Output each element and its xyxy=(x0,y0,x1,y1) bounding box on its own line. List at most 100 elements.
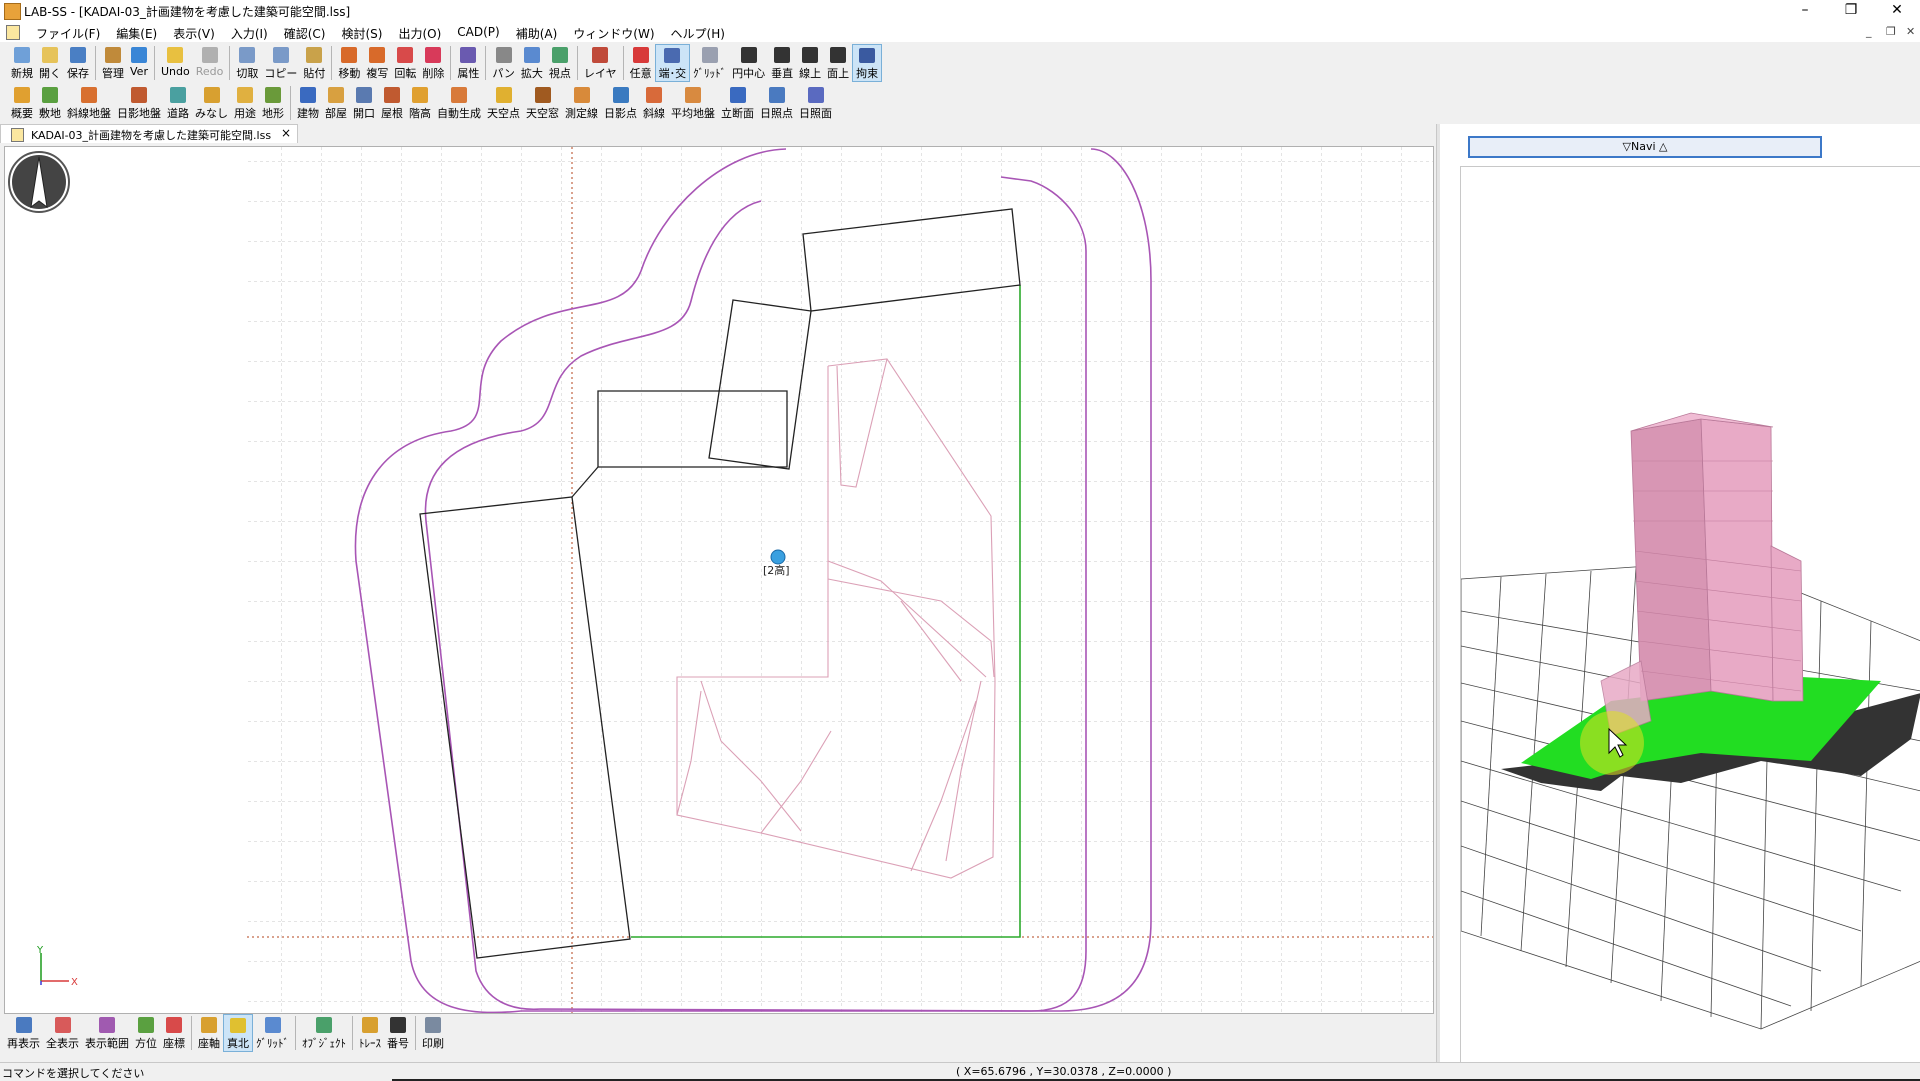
toolbar2-button-17[interactable]: 日影点 xyxy=(601,84,640,122)
toolbar1-button-22[interactable]: 円中心 xyxy=(729,44,768,82)
toolbar1-button-19[interactable]: 任意 xyxy=(627,44,655,82)
toolbar2-button-9[interactable]: 部屋 xyxy=(322,84,350,122)
toolbar2-button-20[interactable]: 立断面 xyxy=(718,84,757,122)
toolbar1-button-11[interactable]: 複写 xyxy=(363,44,391,82)
toolbar2-button-18[interactable]: 斜線 xyxy=(640,84,668,122)
toolbar1-button-18[interactable]: レイヤ xyxy=(581,44,620,82)
toolbar1-button-20[interactable]: 端･交 xyxy=(654,44,691,82)
toolbar2-button-19[interactable]: 平均地盤 xyxy=(668,84,718,122)
toolbar2-button-16[interactable]: 測定線 xyxy=(562,84,601,122)
bottom_toolbar-button-8[interactable]: ｵﾌﾞｼﾞｪｸﾄ xyxy=(299,1014,349,1052)
mdi-minimize-icon[interactable]: _ xyxy=(1866,25,1872,38)
bottom_toolbar-button-1[interactable]: 全表示 xyxy=(43,1014,82,1052)
menu-item-6[interactable]: 出力(O) xyxy=(390,25,449,42)
toolbar1-button-14[interactable]: 属性 xyxy=(454,44,482,82)
toolbar2-icon-4 xyxy=(170,87,186,103)
toolbar1-button-3[interactable]: 管理 xyxy=(99,44,127,82)
toolbar2-button-4[interactable]: 道路 xyxy=(164,84,192,122)
toolbar2-button-0[interactable]: 概要 xyxy=(8,84,36,122)
restore-button[interactable]: ❐ xyxy=(1828,0,1874,22)
bottom_toolbar-icon-7 xyxy=(264,1017,281,1033)
menu-item-3[interactable]: 入力(I) xyxy=(223,25,276,42)
toolbar2-button-1[interactable]: 敷地 xyxy=(36,84,64,122)
bottom_toolbar-button-4[interactable]: 座標 xyxy=(160,1014,188,1052)
mdi-close-icon[interactable]: ✕ xyxy=(1906,25,1915,38)
menu-item-9[interactable]: ウィンドウ(W) xyxy=(565,25,662,42)
drawing-canvas[interactable]: [2高] Y X xyxy=(4,146,1434,1014)
toolbar1-button-1[interactable]: 開く xyxy=(36,44,64,82)
toolbar2-button-15[interactable]: 天空窓 xyxy=(523,84,562,122)
bottom_toolbar-label-3: 方位 xyxy=(135,1037,157,1050)
bottom_toolbar-button-9[interactable]: ﾄﾚｰｽ xyxy=(356,1014,384,1052)
toolbar2-button-5[interactable]: みなし xyxy=(192,84,231,122)
bottom_toolbar-button-3[interactable]: 方位 xyxy=(132,1014,160,1052)
bottom_toolbar-button-7[interactable]: ｸﾞﾘｯﾄﾞ xyxy=(253,1014,292,1052)
navi-toggle-button[interactable]: ▽Navi △ xyxy=(1468,136,1822,158)
toolbar1-button-6[interactable]: Redo xyxy=(193,44,227,82)
toolbar2-button-3[interactable]: 日影地盤 xyxy=(114,84,164,122)
toolbar2-icon-10 xyxy=(356,87,372,103)
toolbar1-button-26[interactable]: 拘束 xyxy=(852,44,883,82)
bottom_toolbar-button-5[interactable]: 座軸 xyxy=(195,1014,223,1052)
toolbar1-button-12[interactable]: 回転 xyxy=(391,44,419,82)
menu-item-10[interactable]: ヘルプ(H) xyxy=(663,25,733,42)
bottom_toolbar-button-0[interactable]: 再表示 xyxy=(4,1014,43,1052)
toolbar2-button-22[interactable]: 日照面 xyxy=(796,84,835,122)
close-button[interactable]: ✕ xyxy=(1874,0,1920,22)
mdi-restore-icon[interactable]: ❐ xyxy=(1886,25,1896,38)
document-tab[interactable]: KADAI-03_計画建物を考慮した建築可能空間.lss × xyxy=(0,124,298,143)
toolbar2-button-10[interactable]: 開口 xyxy=(350,84,378,122)
menu-item-8[interactable]: 補助(A) xyxy=(508,25,566,42)
toolbar2-button-8[interactable]: 建物 xyxy=(294,84,322,122)
3d-view[interactable] xyxy=(1460,166,1920,1073)
toolbar1-button-21[interactable]: ｸﾞﾘｯﾄﾞ xyxy=(690,44,729,82)
bottom_toolbar-button-6[interactable]: 真北 xyxy=(223,1014,253,1052)
toolbar1-button-25[interactable]: 面上 xyxy=(824,44,852,82)
plan-drawing[interactable]: [2高] Y X xyxy=(5,147,1433,1013)
close-tab-icon[interactable]: × xyxy=(281,126,291,140)
bottom_toolbar-button-10[interactable]: 番号 xyxy=(384,1014,412,1052)
toolbar2-label-13: 自動生成 xyxy=(437,107,481,120)
document-icon[interactable] xyxy=(6,25,20,40)
toolbar1-button-2[interactable]: 保存 xyxy=(64,44,92,82)
toolbar2-button-12[interactable]: 階高 xyxy=(406,84,434,122)
menu-item-1[interactable]: 編集(E) xyxy=(108,25,165,42)
bottom_toolbar-button-11[interactable]: 印刷 xyxy=(419,1014,447,1052)
toolbar1-button-8[interactable]: コピー xyxy=(261,44,300,82)
toolbar1-button-16[interactable]: 拡大 xyxy=(518,44,546,82)
menu-item-4[interactable]: 確認(C) xyxy=(276,25,334,42)
height-marker-icon[interactable] xyxy=(770,549,786,565)
document-tab-label: KADAI-03_計画建物を考慮した建築可能空間.lss xyxy=(31,129,272,142)
toolbar2-label-21: 日照点 xyxy=(760,107,793,120)
menu-item-2[interactable]: 表示(V) xyxy=(165,25,223,42)
menu-item-0[interactable]: ファイル(F) xyxy=(28,25,108,42)
toolbar2-button-21[interactable]: 日照点 xyxy=(757,84,796,122)
toolbar1-button-24[interactable]: 線上 xyxy=(796,44,824,82)
north-arrow-icon[interactable] xyxy=(8,151,70,213)
toolbar1-button-5[interactable]: Undo xyxy=(158,44,193,82)
3d-scene[interactable] xyxy=(1461,167,1920,1073)
toolbar1-button-17[interactable]: 視点 xyxy=(546,44,574,82)
toolbar2-button-7[interactable]: 地形 xyxy=(259,84,287,122)
toolbar1-button-23[interactable]: 垂直 xyxy=(768,44,796,82)
toolbar1-button-0[interactable]: 新規 xyxy=(8,44,36,82)
menu-item-5[interactable]: 検討(S) xyxy=(333,25,390,42)
toolbar2-icon-15 xyxy=(534,87,551,103)
toolbar-separator xyxy=(331,46,333,80)
bottom_toolbar-button-2[interactable]: 表示範囲 xyxy=(82,1014,132,1052)
toolbar2-button-11[interactable]: 屋根 xyxy=(378,84,406,122)
menu-item-7[interactable]: CAD(P) xyxy=(449,25,507,42)
toolbar1-label-10: 移動 xyxy=(338,67,361,80)
menu-items: ファイル(F) 編集(E) 表示(V) 入力(I) 確認(C) 検討(S) 出力(O) CAD… xyxy=(28,25,733,42)
toolbar1-button-7[interactable]: 切取 xyxy=(233,44,261,82)
toolbar1-button-15[interactable]: パン xyxy=(489,44,518,82)
toolbar1-button-10[interactable]: 移動 xyxy=(335,44,363,82)
toolbar2-button-6[interactable]: 用途 xyxy=(231,84,259,122)
toolbar2-button-2[interactable]: 斜線地盤 xyxy=(64,84,114,122)
toolbar1-button-4[interactable]: Ver xyxy=(127,44,151,82)
toolbar2-button-14[interactable]: 天空点 xyxy=(484,84,523,122)
toolbar1-button-13[interactable]: 削除 xyxy=(419,44,447,82)
toolbar2-button-13[interactable]: 自動生成 xyxy=(434,84,484,122)
minimize-button[interactable]: – xyxy=(1782,0,1828,22)
toolbar1-button-9[interactable]: 貼付 xyxy=(300,44,328,82)
